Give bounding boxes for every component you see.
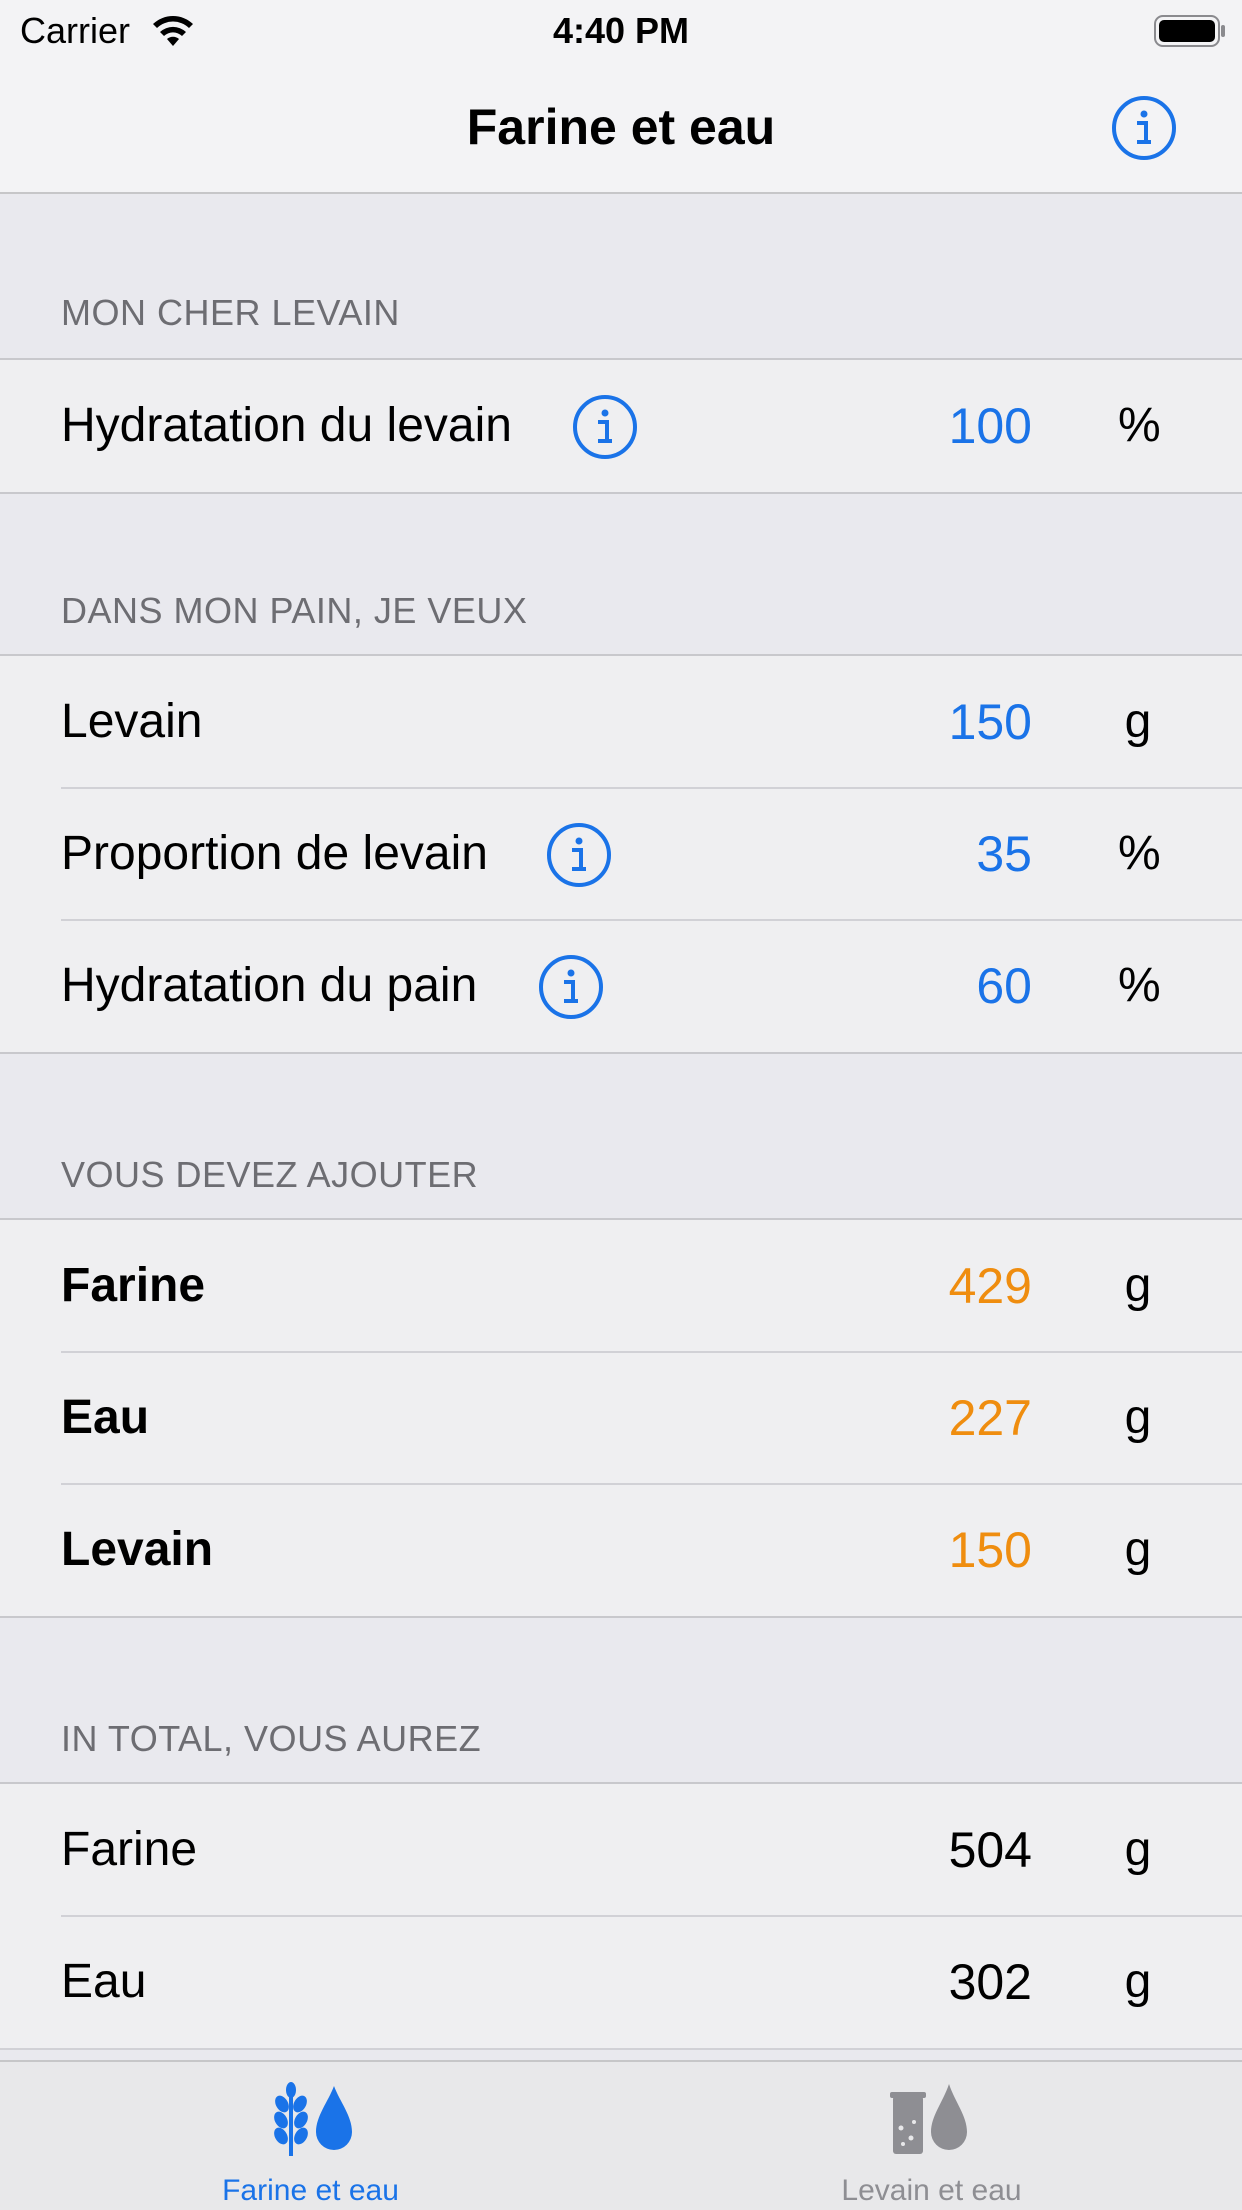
row-label: Hydratation du pain	[61, 959, 478, 1012]
proportion-levain-value[interactable]: 35	[976, 788, 1032, 920]
section-dans-mon-pain: Levain 150 g Proportion de levain 35 % H…	[0, 654, 1242, 1054]
section-header-mon-cher-levain: MON CHER LEVAIN	[61, 292, 400, 333]
farine-ajouter-value: 429	[948, 1258, 1032, 1314]
info-icon[interactable]	[538, 954, 604, 1020]
section-levain: Hydratation du levain 100 %	[0, 358, 1242, 494]
row-label: Levain	[61, 1523, 214, 1576]
row-farine-ajouter: Farine 429 g	[0, 1220, 1242, 1352]
row-hydratation-levain[interactable]: Hydratation du levain 100 %	[0, 360, 1242, 492]
unit-label: g	[1124, 695, 1152, 748]
unit-label: g	[1124, 1259, 1152, 1312]
row-proportion-levain[interactable]: Proportion de levain 35 %	[0, 787, 1242, 920]
section-header-in-total: IN TOTAL, VOUS AUREZ	[61, 1718, 482, 1759]
section-header-vous-devez-ajouter: VOUS DEVEZ AJOUTER	[61, 1154, 479, 1195]
tab-levain-et-eau[interactable]: Levain et eau	[621, 2062, 1242, 2210]
row-farine-total: Farine 504 g	[0, 1784, 1242, 1916]
levain-value[interactable]: 150	[949, 656, 1032, 788]
section-in-total: Farine 504 g Eau 302 g	[0, 1782, 1242, 2050]
battery-icon	[1154, 15, 1225, 47]
row-eau-ajouter: Eau 227 g	[0, 1351, 1242, 1484]
wheat-drop-icon	[273, 2082, 352, 2156]
eau-ajouter-value: 227	[948, 1390, 1032, 1446]
tab-farine-et-eau[interactable]: Farine et eau	[0, 2062, 621, 2210]
row-levain-input[interactable]: Levain 150 g	[0, 656, 1242, 788]
levain-ajouter-value: 150	[948, 1522, 1032, 1578]
row-label: Farine	[61, 1259, 206, 1312]
info-icon[interactable]	[572, 394, 638, 460]
row-label: Hydratation du levain	[61, 399, 512, 452]
row-levain-ajouter: Levain 150 g	[0, 1483, 1242, 1616]
eau-total-value: 302	[948, 1954, 1032, 2010]
status-bar: Carrier 4:40 PM	[0, 0, 1242, 62]
unit-label: g	[1124, 1391, 1152, 1444]
tab-bar: Farine et eau Levain et eau	[0, 2060, 1242, 2210]
navigation-bar: Farine et eau	[0, 62, 1242, 194]
clock: 4:40 PM	[552, 10, 690, 51]
unit-label: g	[1124, 1955, 1152, 2008]
info-icon[interactable]	[1110, 94, 1178, 162]
row-label: Proportion de levain	[61, 827, 488, 880]
row-label: Eau	[61, 1955, 147, 2008]
tab-label: Levain et eau	[841, 2174, 1022, 2207]
section-header-dans-mon-pain: DANS MON PAIN, JE VEUX	[61, 590, 528, 631]
row-label: Levain	[61, 695, 203, 748]
hydratation-pain-value[interactable]: 60	[976, 920, 1032, 1052]
row-label: Farine	[61, 1823, 198, 1876]
unit-label: %	[1118, 399, 1161, 452]
section-vous-devez-ajouter: Farine 429 g Eau 227 g Levain 150 g	[0, 1218, 1242, 1618]
unit-label: %	[1118, 827, 1161, 880]
row-hydratation-pain[interactable]: Hydratation du pain 60 %	[0, 919, 1242, 1052]
hydratation-levain-value[interactable]: 100	[949, 360, 1032, 492]
farine-total-value: 504	[948, 1822, 1032, 1878]
row-eau-total: Eau 302 g	[0, 1915, 1242, 2050]
unit-label: g	[1124, 1523, 1152, 1576]
jar-drop-icon	[889, 2084, 967, 2154]
unit-label: g	[1124, 1823, 1152, 1876]
page-title: Farine et eau	[466, 99, 776, 155]
tab-label: Farine et eau	[222, 2174, 399, 2207]
info-icon[interactable]	[546, 822, 612, 888]
row-label: Eau	[61, 1391, 150, 1444]
unit-label: %	[1118, 959, 1161, 1012]
